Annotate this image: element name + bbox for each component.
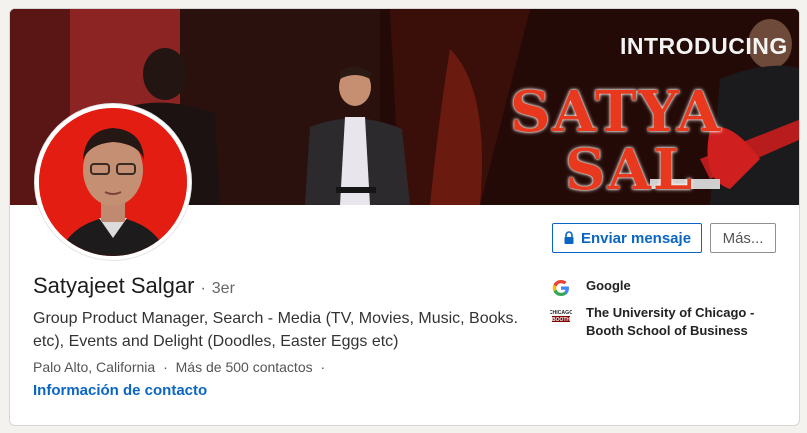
profile-card: INTRODUCING SATYA SAL Enviar mensaje Más… [9,8,800,426]
banner-title-line1: SATYA [510,79,723,145]
experience-name-google: Google [586,278,631,293]
more-button[interactable]: Más... [710,223,776,253]
profile-name: Satyajeet Salgar [33,273,195,298]
lock-icon [564,231,574,244]
send-message-button[interactable]: Enviar mensaje [552,223,702,253]
google-logo-icon [552,280,569,296]
svg-text:CHICAGO: CHICAGO [550,310,572,316]
send-message-label: Enviar mensaje [580,229,692,247]
contact-info-link[interactable]: Información de contacto [33,382,207,399]
connections-count[interactable]: Más de 500 contactos [176,359,313,375]
experience-item-google[interactable]: Google [550,277,631,299]
profile-meta: Palo Alto, California · Más de 500 conta… [33,359,329,375]
svg-text:BOOTH: BOOTH [552,317,570,323]
meta-separator-2: · [320,359,326,375]
location: Palo Alto, California [33,359,156,375]
experience-item-chicago-booth[interactable]: CHICAGO BOOTH The University of Chicago … [550,304,780,340]
banner-title-line2: SAL [565,137,695,203]
chicago-booth-logo-icon: CHICAGO BOOTH [550,307,572,323]
banner-intro-text: INTRODUCING [620,33,788,59]
name-separator: · [200,280,206,297]
experience-name-chicago-booth: The University of Chicago - Booth School… [586,305,755,338]
meta-separator: · [163,359,168,375]
connection-degree: 3er [211,280,235,297]
more-label: Más... [722,229,764,247]
name-row: Satyajeet Salgar · 3er [33,273,235,301]
avatar-photo [39,108,187,256]
profile-headline: Group Product Manager, Search - Media (T… [33,310,518,350]
avatar[interactable] [35,104,191,260]
